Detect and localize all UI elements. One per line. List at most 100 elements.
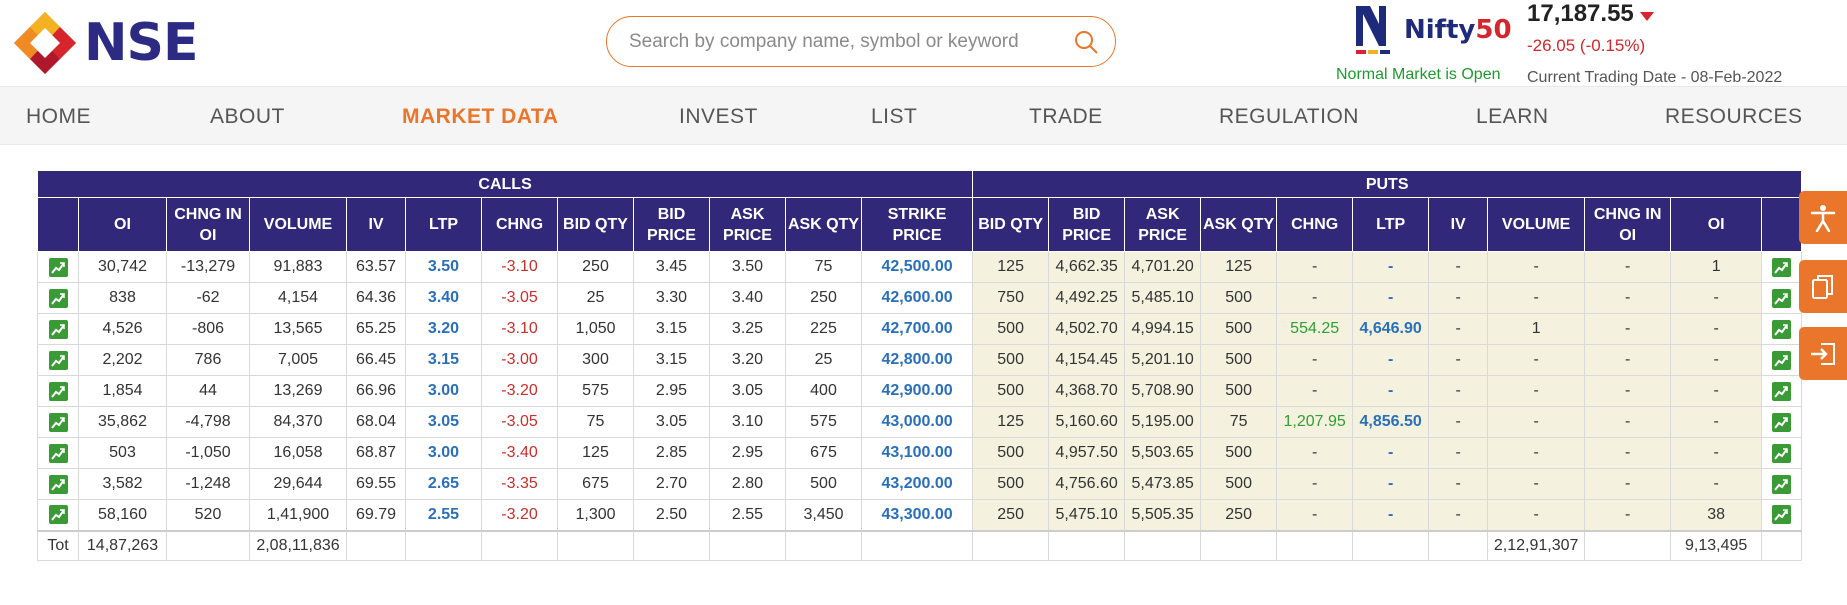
cell-strike-price[interactable]: 43,200.00 [860, 468, 974, 500]
nav-market-data[interactable]: MARKET DATA [402, 87, 558, 146]
cell-ltp[interactable]: - [1352, 437, 1430, 469]
cell-ltp[interactable]: - [1352, 282, 1430, 314]
cell-strike-price[interactable]: 43,100.00 [860, 437, 974, 469]
cell-ltp[interactable]: 3.20 [405, 313, 482, 345]
chart-icon[interactable] [1772, 381, 1792, 401]
chart-icon[interactable] [1772, 350, 1792, 370]
chart-icon[interactable] [48, 412, 68, 432]
chart-cell[interactable] [37, 499, 79, 531]
col-header-18[interactable]: VOLUME [1487, 197, 1586, 252]
nav-resources[interactable]: RESOURCES [1665, 87, 1803, 146]
cell-ltp[interactable]: 3.00 [405, 375, 482, 407]
cell-ltp[interactable]: - [1352, 375, 1430, 407]
chart-cell[interactable] [37, 468, 79, 500]
col-header-19[interactable]: CHNG IN OI [1584, 197, 1672, 252]
col-header-1[interactable]: CHNG IN OI [166, 197, 250, 252]
chart-icon[interactable] [1772, 319, 1792, 339]
chart-cell[interactable] [1761, 375, 1803, 407]
chart-icon[interactable] [48, 257, 68, 277]
cell-strike-price[interactable]: 42,500.00 [860, 251, 974, 283]
cell-strike-price[interactable]: 42,900.00 [860, 375, 974, 407]
cell-ltp[interactable]: 3.40 [405, 282, 482, 314]
search-icon[interactable] [1073, 29, 1099, 55]
chart-icon[interactable] [1772, 257, 1792, 277]
cell-ltp[interactable]: 3.05 [405, 406, 482, 438]
nav-list[interactable]: LIST [871, 87, 917, 146]
col-header-12[interactable]: BID PRICE [1048, 197, 1126, 252]
col-header-15[interactable]: CHNG [1276, 197, 1354, 252]
chart-icon[interactable] [1772, 443, 1792, 463]
cell-ltp[interactable]: - [1352, 499, 1430, 531]
nav-about[interactable]: ABOUT [210, 87, 285, 146]
chart-cell[interactable] [1761, 282, 1803, 314]
chart-icon[interactable] [48, 288, 68, 308]
col-header-8[interactable]: ASK PRICE [709, 197, 786, 252]
col-header-20[interactable]: OI [1670, 197, 1763, 252]
chart-icon[interactable] [48, 443, 68, 463]
cell-ltp[interactable]: 3.00 [405, 437, 482, 469]
cell-ltp[interactable]: - [1352, 344, 1430, 376]
accessibility-button[interactable] [1799, 191, 1847, 244]
chart-icon[interactable] [1772, 288, 1792, 308]
chart-icon[interactable] [1772, 412, 1792, 432]
chart-cell[interactable] [37, 282, 79, 314]
cell-strike-price[interactable]: 42,800.00 [860, 344, 974, 376]
col-header-14[interactable]: ASK QTY [1200, 197, 1278, 252]
nav-regulation[interactable]: REGULATION [1219, 87, 1359, 146]
chart-cell[interactable] [1761, 344, 1803, 376]
col-header-10[interactable]: STRIKE PRICE [860, 197, 974, 252]
chart-cell[interactable] [37, 313, 79, 345]
chart-cell[interactable] [1761, 499, 1803, 531]
chart-icon[interactable] [1772, 474, 1792, 494]
col-header-16[interactable]: LTP [1352, 197, 1430, 252]
chart-cell[interactable] [1761, 251, 1803, 283]
chart-cell[interactable] [1761, 313, 1803, 345]
col-header-17[interactable]: IV [1428, 197, 1489, 252]
search-input[interactable] [629, 30, 1073, 53]
cell-ltp[interactable]: 2.55 [405, 499, 482, 531]
chart-cell[interactable] [37, 437, 79, 469]
nifty50-logo[interactable]: Nifty50 [1352, 0, 1512, 60]
cell-ltp[interactable]: 4,856.50 [1352, 406, 1430, 438]
chart-icon[interactable] [48, 381, 68, 401]
col-header-4[interactable]: LTP [405, 197, 482, 252]
cell-strike-price[interactable]: 43,300.00 [860, 499, 974, 531]
col-header-11[interactable]: BID QTY [972, 197, 1050, 252]
search-box[interactable] [606, 16, 1116, 67]
col-header-6[interactable]: BID QTY [557, 197, 634, 252]
col-header-7[interactable]: BID PRICE [633, 197, 710, 252]
nse-logo[interactable]: NSE [12, 10, 212, 76]
col-header-3[interactable]: IV [346, 197, 406, 252]
cell-ltp[interactable]: - [1352, 468, 1430, 500]
nav-learn[interactable]: LEARN [1476, 87, 1549, 146]
chart-icon[interactable] [48, 319, 68, 339]
cell-strike-price[interactable]: 42,700.00 [860, 313, 974, 345]
chart-cell[interactable] [37, 344, 79, 376]
chart-icon[interactable] [48, 505, 68, 525]
chart-icon[interactable] [48, 474, 68, 494]
cell-ltp[interactable]: 4,646.90 [1352, 313, 1430, 345]
cell-ltp[interactable]: 2.65 [405, 468, 482, 500]
col-header-2[interactable]: VOLUME [249, 197, 347, 252]
cell-ltp[interactable]: - [1352, 251, 1430, 283]
chart-cell[interactable] [1761, 468, 1803, 500]
chart-cell[interactable] [37, 375, 79, 407]
col-header-9[interactable]: ASK QTY [785, 197, 862, 252]
nav-home[interactable]: HOME [26, 87, 91, 146]
nav-trade[interactable]: TRADE [1029, 87, 1103, 146]
chart-icon[interactable] [48, 350, 68, 370]
cell-strike-price[interactable]: 43,000.00 [860, 406, 974, 438]
cell-ltp[interactable]: 3.50 [405, 251, 482, 283]
cell-strike-price[interactable]: 42,600.00 [860, 282, 974, 314]
col-header-13[interactable]: ASK PRICE [1124, 197, 1202, 252]
login-button[interactable] [1799, 327, 1847, 380]
chart-cell[interactable] [1761, 437, 1803, 469]
col-header-5[interactable]: CHNG [481, 197, 558, 252]
chart-cell[interactable] [37, 406, 79, 438]
copy-button[interactable] [1799, 260, 1847, 313]
chart-cell[interactable] [37, 251, 79, 283]
chart-cell[interactable] [1761, 406, 1803, 438]
cell-ltp[interactable]: 3.15 [405, 344, 482, 376]
col-header-0[interactable]: OI [78, 197, 167, 252]
chart-icon[interactable] [1772, 505, 1792, 525]
